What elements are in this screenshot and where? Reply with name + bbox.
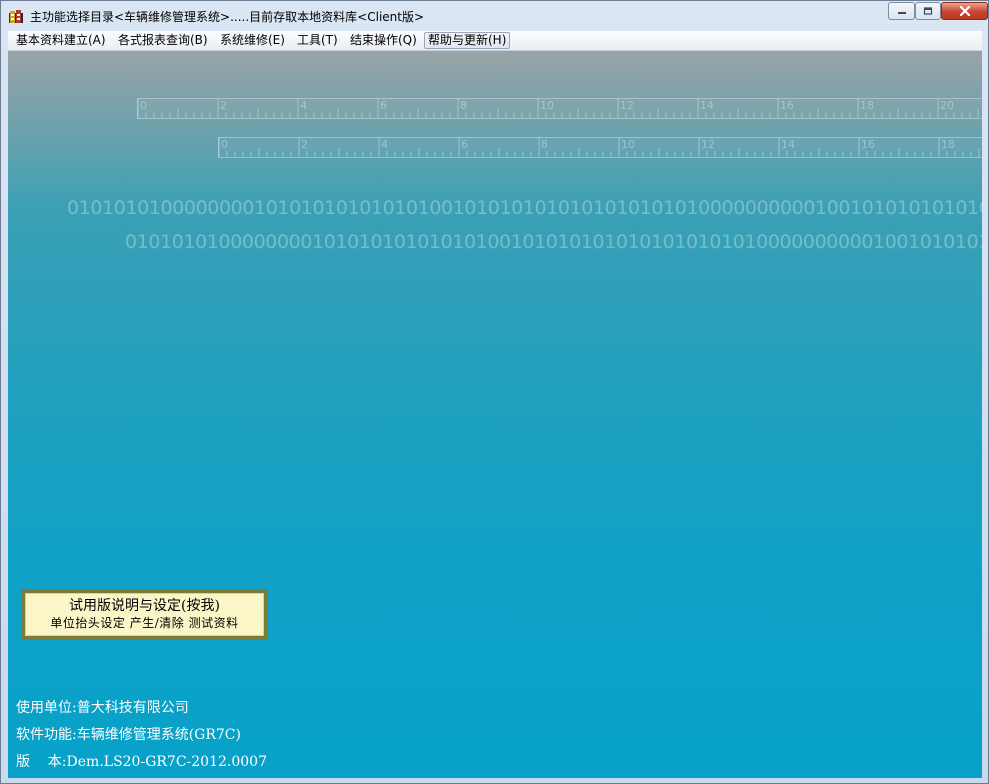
ruler-1-label: 6 [380,99,387,112]
info-function-row: 软件功能:车辆维修管理系统(GR7C) [16,724,241,744]
info-function-label: 软件功能: [16,727,77,743]
info-unit-value: 普大科技有限公司 [76,700,189,716]
ruler-1-label: 8 [460,99,467,112]
ruler-1-frame [137,98,982,119]
ruler-1-label: 10 [540,99,554,112]
decorative-ruler-2: 0 2 4 6 8 10 12 14 16 18 [218,137,982,158]
main-client-area: 0 2 4 6 8 10 12 14 16 18 20 0 2 4 6 8 10 12 14 16 18 010101… [8,51,982,778]
decorative-binary-line-2: 0101010100000000101010101010101001010101… [125,231,982,253]
ruler-2-label: 18 [941,138,955,151]
info-version-value: Dem.LS20-GR7C-2012.0007 [66,754,267,770]
maximize-button[interactable] [915,2,941,20]
menu-system-maintenance[interactable]: 系统维修(E) [217,32,288,49]
ruler-2-label: 8 [541,138,548,151]
main-window: 主功能选择目录<车辆维修管理系统>.....目前存取本地资料库<Client版>… [0,0,989,784]
info-unit-row: 使用单位:普大科技有限公司 [16,697,189,717]
close-button[interactable] [941,2,988,20]
menu-bar: 基本资料建立(A) 各式报表查询(B) 系统维修(E) 工具(T) 结束操作(Q… [8,31,982,51]
ruler-1-label: 4 [300,99,307,112]
window-title: 主功能选择目录<车辆维修管理系统>.....目前存取本地资料库<Client版> [30,10,425,24]
ruler-1-label: 20 [940,99,954,112]
trial-button-title: 试用版说明与设定(按我) [69,598,220,614]
minimize-icon [897,12,906,14]
ruler-2-label: 0 [221,138,228,151]
info-function-value: 车辆维修管理系统(GR7C) [76,727,241,743]
ruler-2-label: 12 [701,138,715,151]
info-version-row: 版 本:Dem.LS20-GR7C-2012.0007 [16,751,267,771]
app-icon [9,10,23,23]
decorative-ruler-1: 0 2 4 6 8 10 12 14 16 18 20 [137,98,982,119]
menu-exit[interactable]: 结束操作(Q) [347,32,420,49]
menu-tools[interactable]: 工具(T) [294,32,341,49]
ruler-2-label: 16 [861,138,875,151]
menu-report-query[interactable]: 各式报表查询(B) [115,32,211,49]
trial-button-subtitle: 单位抬头设定 产生/清除 测试资料 [50,616,239,630]
ruler-1-label: 2 [220,99,227,112]
ruler-2-label: 6 [461,138,468,151]
minimize-button[interactable] [888,2,915,20]
restore-icon [923,7,933,15]
decorative-binary-line-1: 0101010100000000101010101010101001010101… [67,197,982,219]
close-icon [959,6,970,16]
ruler-2-label: 2 [301,138,308,151]
info-unit-label: 使用单位: [16,700,77,716]
trial-settings-button[interactable]: 试用版说明与设定(按我) 单位抬头设定 产生/清除 测试资料 [21,589,268,640]
ruler-2-label: 4 [381,138,388,151]
ruler-1-label: 16 [780,99,794,112]
title-bar[interactable]: 主功能选择目录<车辆维修管理系统>.....目前存取本地资料库<Client版> [1,1,988,31]
ruler-2-label: 10 [621,138,635,151]
ruler-2-label: 14 [781,138,795,151]
ruler-1-label: 14 [700,99,714,112]
trial-settings-panel: 试用版说明与设定(按我) 单位抬头设定 产生/清除 测试资料 [25,593,264,636]
menu-help-update[interactable]: 帮助与更新(H) [424,32,511,49]
ruler-1-label: 12 [620,99,634,112]
ruler-1-label: 18 [860,99,874,112]
ruler-1-label: 0 [140,99,147,112]
menu-basic-data[interactable]: 基本资料建立(A) [13,32,109,49]
info-version-label: 版 本: [16,754,67,770]
